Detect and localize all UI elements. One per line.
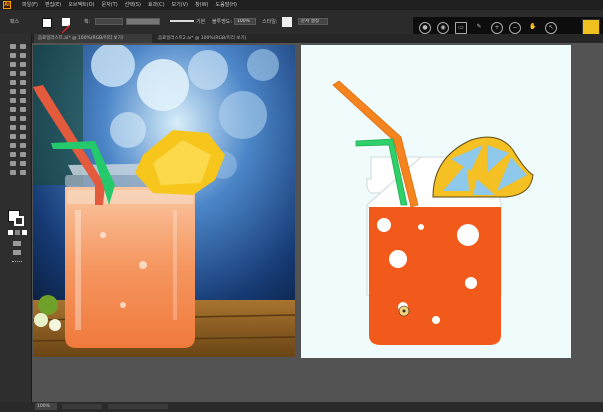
paintbrush-tool-icon[interactable] bbox=[20, 80, 26, 85]
none-mode-icon[interactable] bbox=[22, 230, 27, 235]
screen-mode-icon[interactable] bbox=[13, 250, 21, 255]
menu-edit[interactable]: 편집(E) bbox=[45, 0, 61, 10]
opacity-field[interactable]: 100% bbox=[234, 18, 256, 25]
selection-label: 패스 bbox=[10, 19, 20, 25]
magic-wand-tool-icon[interactable] bbox=[10, 53, 16, 58]
eraser-tool-icon[interactable] bbox=[20, 89, 26, 94]
menu-type[interactable]: 문자(T) bbox=[102, 0, 118, 10]
status-bar: 100% bbox=[0, 402, 603, 412]
menu-help[interactable]: 도움말(H) bbox=[216, 0, 237, 10]
pencil-tool-icon[interactable] bbox=[10, 89, 16, 94]
width-tool-icon[interactable] bbox=[10, 107, 16, 112]
none-slash-icon bbox=[61, 24, 71, 34]
gradient-tool-icon[interactable] bbox=[20, 125, 26, 130]
document-tabs: 음료일러스트.ai* @ 100%(RGB/미리 보기) 음료일러스트2.ai*… bbox=[32, 34, 603, 43]
bubble bbox=[377, 218, 391, 232]
menu-file[interactable]: 파일(F) bbox=[22, 0, 38, 10]
drawing-mode-icon[interactable] bbox=[13, 241, 21, 246]
document-setup-button[interactable]: 문서 설정 bbox=[298, 18, 328, 25]
eyedropper-tool-icon[interactable] bbox=[10, 134, 16, 139]
menu-select[interactable]: 선택(S) bbox=[125, 0, 141, 10]
zoom-in-icon[interactable]: + bbox=[491, 22, 503, 34]
menu-list: 파일(F) 편집(E) 오브젝트(O) 문자(T) 선택(S) 효과(C) 보기… bbox=[22, 0, 237, 10]
cursor-bug-icon bbox=[398, 305, 410, 317]
window-icon[interactable]: ▭ bbox=[455, 22, 467, 34]
variable-width-field[interactable] bbox=[126, 18, 160, 25]
app-logo: Ai bbox=[3, 1, 11, 9]
slice-tool-icon[interactable] bbox=[20, 152, 26, 157]
pen-tool-icon[interactable] bbox=[10, 62, 16, 67]
zoom-out-icon[interactable]: − bbox=[509, 22, 521, 34]
artboard-navigator[interactable] bbox=[62, 404, 102, 409]
bubble bbox=[432, 316, 440, 324]
fill-color-picker[interactable] bbox=[42, 18, 52, 28]
symbol-sprayer-tool-icon[interactable] bbox=[10, 143, 16, 148]
curvature-tool-icon[interactable] bbox=[20, 62, 26, 67]
pen-icon[interactable]: ✎ bbox=[473, 22, 485, 34]
lasso-tool-icon[interactable] bbox=[20, 53, 26, 58]
camera-icon[interactable]: ◉ bbox=[437, 22, 449, 34]
artboard-tool-icon[interactable] bbox=[10, 152, 16, 157]
vector-artboard[interactable] bbox=[301, 45, 571, 358]
scale-tool-icon[interactable] bbox=[20, 98, 26, 103]
brush-label: 기본 bbox=[196, 19, 206, 25]
line-tool-icon[interactable] bbox=[20, 71, 26, 76]
record-icon[interactable]: ● bbox=[419, 22, 431, 34]
tab-document-2[interactable]: 음료일러스트2.ai* @ 100%(RGB/미리 보기) bbox=[154, 34, 274, 43]
scissors-tool-icon[interactable] bbox=[10, 170, 16, 175]
opacity-label: 불투명도: bbox=[212, 19, 233, 25]
menu-effect[interactable]: 효과(C) bbox=[148, 0, 165, 10]
tools-panel bbox=[0, 34, 32, 402]
direct-selection-tool-icon[interactable] bbox=[20, 44, 26, 49]
shape-builder-tool-icon[interactable] bbox=[10, 116, 16, 121]
reference-photo[interactable] bbox=[33, 45, 295, 357]
style-label: 스타일: bbox=[262, 19, 278, 25]
hand-icon[interactable]: ✋ bbox=[527, 22, 539, 34]
stroke-color-picker[interactable] bbox=[61, 18, 71, 34]
stroke-label: 획: bbox=[84, 19, 91, 25]
menu-window[interactable]: 창(W) bbox=[195, 0, 208, 10]
hand-tool-icon[interactable] bbox=[10, 161, 16, 166]
rectangle-tool-icon[interactable] bbox=[10, 80, 16, 85]
blend-tool-icon[interactable] bbox=[20, 134, 26, 139]
control-bar: 패스 획: 기본 불투명도: 100% 스타일: 문서 설정 ● ◉ ▭ ✎ +… bbox=[0, 10, 603, 39]
brush-stroke-preview bbox=[170, 20, 194, 22]
stroke-weight-field[interactable] bbox=[95, 18, 123, 25]
knife-tool-icon[interactable] bbox=[20, 170, 26, 175]
free-transform-tool-icon[interactable] bbox=[20, 107, 26, 112]
style-swatch[interactable] bbox=[282, 17, 292, 27]
color-mode-icon[interactable] bbox=[8, 230, 13, 235]
more-tools-icon[interactable] bbox=[12, 261, 22, 264]
selection-tool-icon[interactable] bbox=[10, 44, 16, 49]
tab-document-1[interactable]: 음료일러스트.ai* @ 100%(RGB/미리 보기) bbox=[34, 34, 152, 43]
zoom-tool-icon[interactable] bbox=[20, 161, 26, 166]
zoom-level-field[interactable]: 100% bbox=[35, 403, 57, 410]
menu-bar: Ai 파일(F) 편집(E) 오브젝트(O) 문자(T) 선택(S) 효과(C)… bbox=[0, 0, 603, 10]
bubble bbox=[465, 277, 477, 289]
perspective-grid-tool-icon[interactable] bbox=[20, 116, 26, 121]
cursor-icon[interactable]: ↖ bbox=[545, 22, 557, 34]
gradient-mode-icon[interactable] bbox=[15, 230, 20, 235]
rotate-tool-icon[interactable] bbox=[10, 98, 16, 103]
bubble bbox=[457, 224, 479, 246]
menu-object[interactable]: 오브젝트(O) bbox=[68, 0, 94, 10]
menu-view[interactable]: 보기(V) bbox=[172, 0, 189, 10]
bubble bbox=[418, 224, 424, 230]
mesh-tool-icon[interactable] bbox=[10, 125, 16, 130]
type-tool-icon[interactable] bbox=[10, 71, 16, 76]
stroke-swatch[interactable] bbox=[14, 216, 24, 226]
status-info[interactable] bbox=[108, 404, 168, 409]
bubble bbox=[389, 250, 407, 268]
graph-tool-icon[interactable] bbox=[20, 143, 26, 148]
